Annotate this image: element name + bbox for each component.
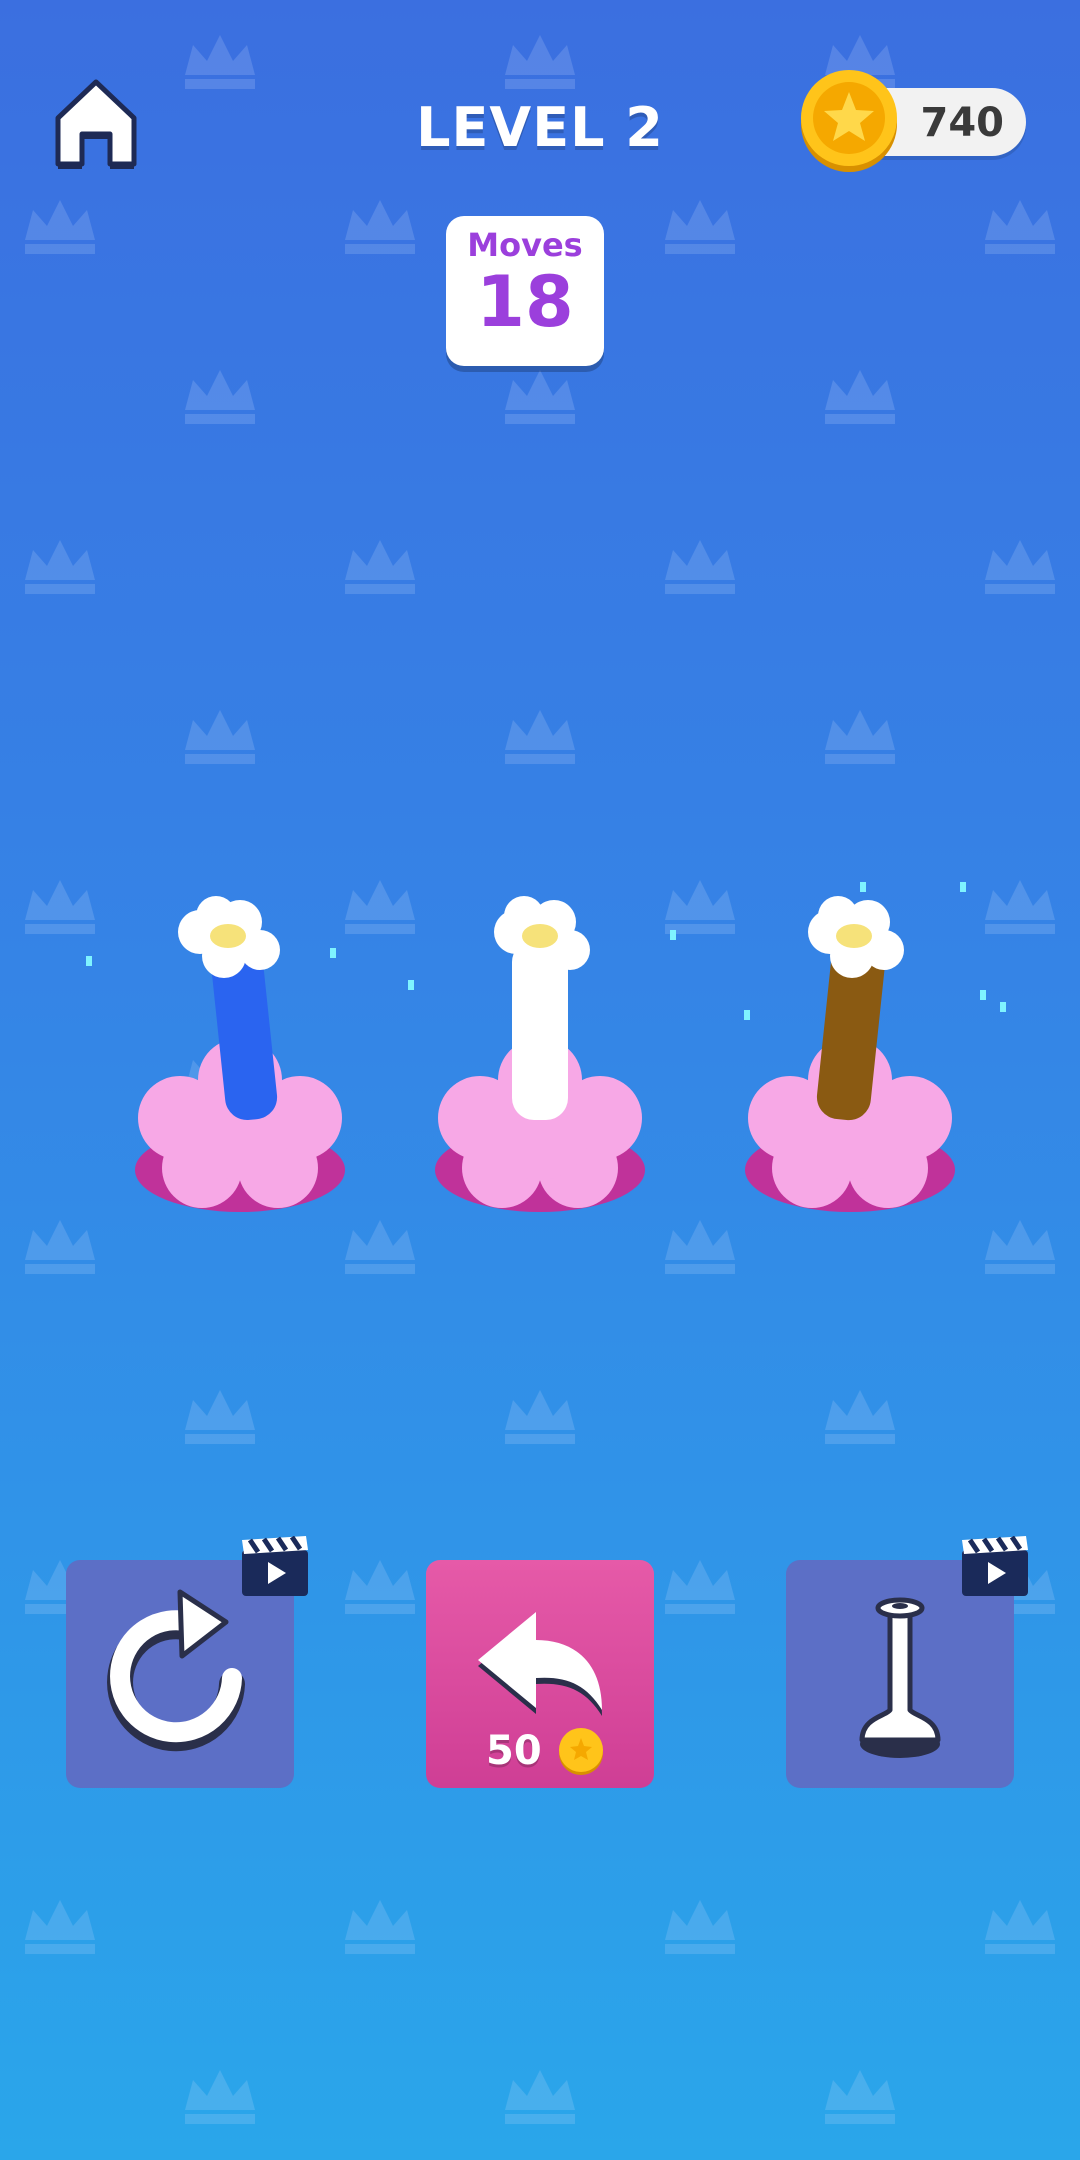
- sparkle: [860, 882, 866, 892]
- home-button[interactable]: [52, 74, 140, 170]
- moves-counter: Moves 18: [446, 216, 604, 366]
- flower-top-icon: [808, 896, 904, 978]
- peg-brown[interactable]: [730, 880, 970, 1220]
- coin-icon: [559, 1728, 603, 1775]
- sparkle: [86, 956, 92, 966]
- restart-button[interactable]: [66, 1536, 308, 1788]
- sparkle: [960, 882, 966, 892]
- sparkle: [330, 948, 336, 958]
- add-pole-button[interactable]: [786, 1536, 1028, 1788]
- sparkle: [1000, 1002, 1006, 1012]
- peg-area: [0, 860, 1080, 1220]
- coin-count: 740: [920, 100, 1005, 146]
- sparkle: [980, 990, 986, 1000]
- undo-button[interactable]: 50: [426, 1560, 654, 1788]
- video-ad-icon: [962, 1536, 1028, 1596]
- peg-blue[interactable]: [120, 880, 360, 1220]
- flower-top-icon: [178, 896, 280, 978]
- top-bar: LEVEL 2 740: [0, 0, 1080, 200]
- peg-white[interactable]: [420, 880, 660, 1220]
- flower-top-icon: [494, 896, 590, 978]
- sparkle: [670, 930, 676, 940]
- video-ad-icon: [242, 1536, 308, 1596]
- undo-cost: 50: [486, 1728, 542, 1774]
- moves-value: 18: [476, 261, 574, 343]
- coin-icon: [801, 70, 897, 172]
- sparkle: [408, 980, 414, 990]
- moves-label: Moves: [467, 226, 583, 264]
- level-title: LEVEL 2: [416, 96, 664, 159]
- sparkle: [744, 1010, 750, 1020]
- home-icon: [55, 79, 137, 169]
